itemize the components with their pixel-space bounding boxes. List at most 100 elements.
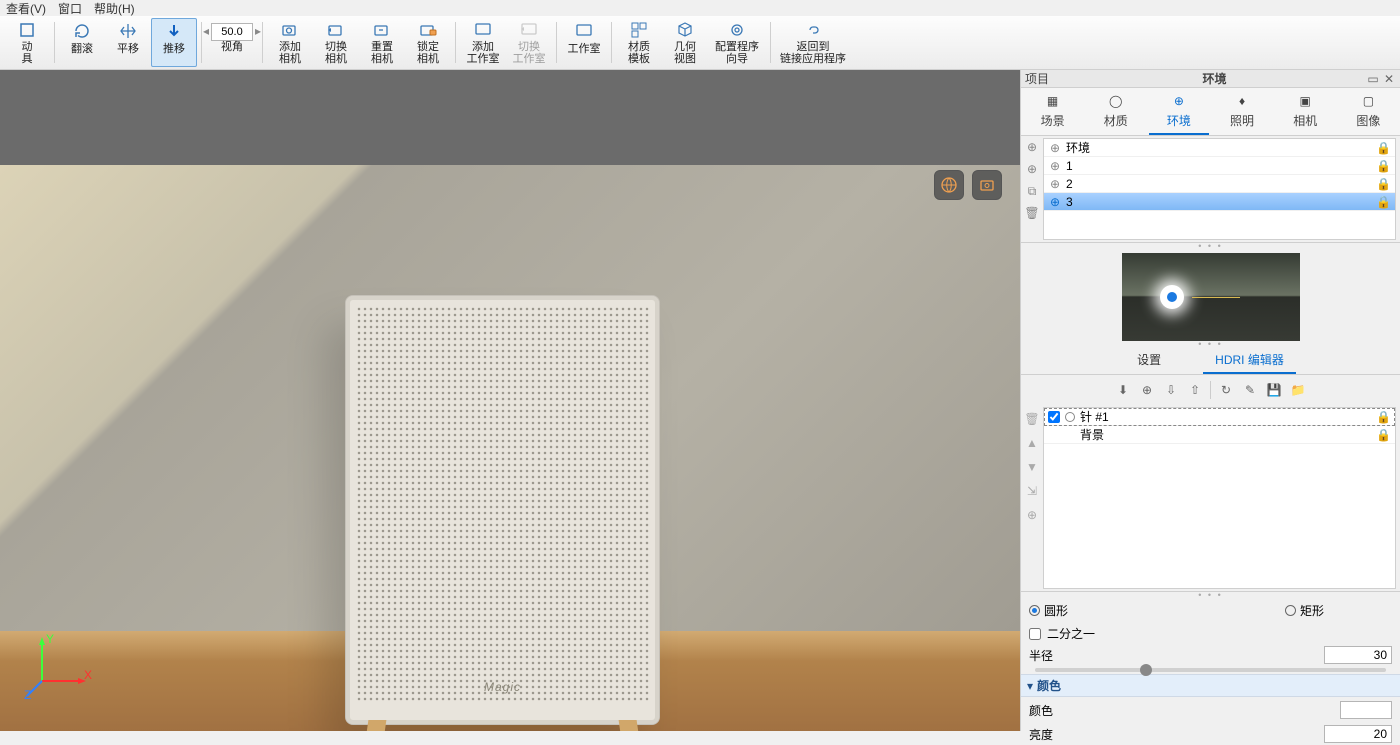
globe-icon: ⊕ xyxy=(1048,141,1062,155)
move-up-icon[interactable]: ▲ xyxy=(1024,435,1040,451)
tab-image[interactable]: ▢图像 xyxy=(1338,92,1398,135)
tab-lighting[interactable]: ♦照明 xyxy=(1212,92,1272,135)
lock-icon[interactable]: 🔒 xyxy=(1376,410,1391,424)
material-template-button[interactable]: 材质 模板 xyxy=(616,18,662,67)
studio-add-icon xyxy=(473,21,493,39)
tab-material[interactable]: ◯材质 xyxy=(1086,92,1146,135)
product-brand: Magic xyxy=(346,680,659,694)
geometry-view-button[interactable]: 几何 视图 xyxy=(662,18,708,67)
hdri-download-icon[interactable]: ⬇ xyxy=(1114,381,1132,399)
separator xyxy=(54,22,55,63)
radius-slider-row xyxy=(1021,666,1400,674)
env-row[interactable]: ⊕1🔒 xyxy=(1044,157,1395,175)
color-section-header[interactable]: ▾颜色 xyxy=(1021,674,1400,697)
lock-icon[interactable]: 🔒 xyxy=(1376,428,1391,442)
globe-env-icon[interactable]: ⊕ xyxy=(1023,160,1041,178)
svg-text:Z: Z xyxy=(24,688,31,701)
hdri-import-icon[interactable]: ⇩ xyxy=(1162,381,1180,399)
add-env-icon[interactable]: ⊕ xyxy=(1023,138,1041,156)
hdri-save-icon[interactable]: 💾 xyxy=(1265,381,1283,399)
hdri-folder-icon[interactable]: 📁 xyxy=(1289,381,1307,399)
tool-button[interactable]: 动 具 xyxy=(4,18,50,67)
project-label[interactable]: 项目 xyxy=(1025,70,1065,87)
tool-icon xyxy=(17,21,37,39)
hdri-refresh-icon[interactable]: ↻ xyxy=(1217,381,1235,399)
link-icon xyxy=(803,21,823,39)
hdri-preview[interactable] xyxy=(1021,249,1400,341)
target-icon[interactable]: ⊕ xyxy=(1024,507,1040,523)
add-camera-button[interactable]: 添加 相机 xyxy=(267,18,313,67)
flatten-icon[interactable]: ⇲ xyxy=(1024,483,1040,499)
env-row[interactable]: ⊕2🔒 xyxy=(1044,175,1395,193)
return-link-button[interactable]: 返回到 链接应用程序 xyxy=(775,18,851,67)
material-icon xyxy=(629,21,649,39)
lock-camera-button[interactable]: 锁定 相机 xyxy=(405,18,451,67)
brightness-input[interactable] xyxy=(1324,725,1392,743)
camera-lock-icon xyxy=(418,21,438,39)
viewport-snapshot-button[interactable] xyxy=(972,170,1002,200)
pin-checkbox[interactable] xyxy=(1048,411,1060,423)
menu-help[interactable]: 帮助(H) xyxy=(94,0,135,17)
separator xyxy=(201,22,202,63)
lock-icon[interactable]: 🔒 xyxy=(1376,195,1391,209)
add-studio-button[interactable]: 添加 工作室 xyxy=(460,18,506,67)
radius-input[interactable] xyxy=(1324,646,1392,664)
pin-side-buttons: 🗑 ▲ ▼ ⇲ ⊕ xyxy=(1021,405,1043,591)
separator xyxy=(556,22,557,63)
tumble-icon xyxy=(72,21,92,41)
hdri-draw-icon[interactable]: ✎ xyxy=(1241,381,1259,399)
move-down-icon[interactable]: ▼ xyxy=(1024,459,1040,475)
env-subtabs: 设置 HDRI 编辑器 xyxy=(1021,347,1400,375)
globe-icon: ⊕ xyxy=(1048,159,1062,173)
radius-slider[interactable] xyxy=(1035,668,1386,672)
hdri-export-icon[interactable]: ⇧ xyxy=(1186,381,1204,399)
subtab-hdri[interactable]: HDRI 编辑器 xyxy=(1203,347,1296,374)
environment-list: ⊕环境🔒 ⊕1🔒 ⊕2🔒 ⊕3🔒 xyxy=(1043,138,1396,240)
pin-radio-icon[interactable] xyxy=(1065,412,1075,422)
camera-reset-icon xyxy=(372,21,392,39)
pan-icon xyxy=(118,21,138,41)
color-swatch[interactable] xyxy=(1340,701,1392,719)
lock-icon[interactable]: 🔒 xyxy=(1376,159,1391,173)
reset-camera-button[interactable]: 重置 相机 xyxy=(359,18,405,67)
hdri-globe-icon[interactable]: ⊕ xyxy=(1138,381,1156,399)
copy-env-icon[interactable]: ⧉ xyxy=(1023,182,1041,200)
fov-prev-icon[interactable]: ◂ xyxy=(203,24,209,38)
delete-pin-icon[interactable]: 🗑 xyxy=(1024,411,1040,427)
pin-row[interactable]: 针 #1🔒 xyxy=(1044,408,1395,426)
camera-switch-icon xyxy=(326,21,346,39)
env-row[interactable]: ⊕环境🔒 xyxy=(1044,139,1395,157)
hdri-toolbar: ⬇ ⊕ ⇩ ⇧ ↻ ✎ 💾 📁 xyxy=(1021,375,1400,405)
restore-icon[interactable]: ▭ xyxy=(1366,72,1380,86)
subtab-settings[interactable]: 设置 xyxy=(1125,347,1173,374)
fov-next-icon[interactable]: ▸ xyxy=(255,24,261,38)
menu-window[interactable]: 窗口 xyxy=(58,0,82,17)
close-icon[interactable]: ✕ xyxy=(1382,72,1396,86)
fov-input[interactable] xyxy=(211,23,253,41)
tab-camera[interactable]: ▣相机 xyxy=(1275,92,1335,135)
viewport-globe-button[interactable] xyxy=(934,170,964,200)
tab-scene[interactable]: ▦场景 xyxy=(1023,92,1083,135)
pan-button[interactable]: 平移 xyxy=(105,18,151,67)
shape-rect-option[interactable]: 矩形 xyxy=(1285,602,1324,619)
config-wizard-button[interactable]: 配置程序 向导 xyxy=(708,18,766,67)
globe-icon: ⊕ xyxy=(1048,177,1062,191)
switch-camera-button[interactable]: 切换 相机 xyxy=(313,18,359,67)
studio-button[interactable]: 工作室 xyxy=(561,18,607,67)
delete-env-icon[interactable]: 🗑 xyxy=(1023,204,1041,222)
dolly-button[interactable]: 推移 xyxy=(151,18,197,67)
half-checkbox[interactable] xyxy=(1029,628,1041,640)
tumble-button[interactable]: 翻滚 xyxy=(59,18,105,67)
shape-circle-option[interactable]: 圆形 xyxy=(1029,602,1068,619)
menu-view[interactable]: 查看(V) xyxy=(6,0,46,17)
radius-row: 半径 xyxy=(1021,644,1400,666)
env-row[interactable]: ⊕3🔒 xyxy=(1044,193,1395,211)
tab-environment[interactable]: ⊕环境 xyxy=(1149,92,1209,135)
svg-text:X: X xyxy=(84,668,92,682)
viewport[interactable]: Magic Y X Z xyxy=(0,70,1020,731)
main-area: Magic Y X Z 项目 环境 ▭ ✕ ▦场景 xyxy=(0,70,1400,731)
pin-row[interactable]: 背景🔒 xyxy=(1044,426,1395,444)
lock-icon[interactable]: 🔒 xyxy=(1376,177,1391,191)
render-scene: Magic xyxy=(0,70,1020,731)
lock-icon[interactable]: 🔒 xyxy=(1376,141,1391,155)
